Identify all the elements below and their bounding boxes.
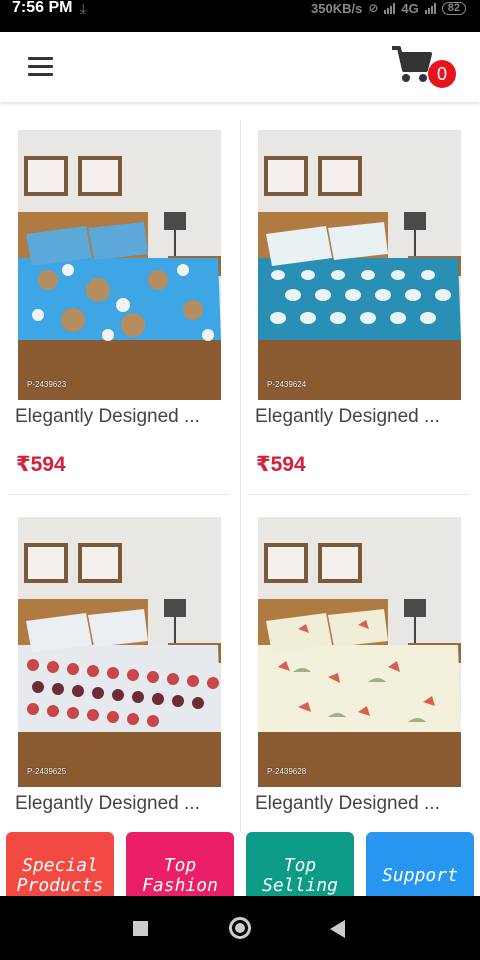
system-navigation-bar (0, 896, 480, 960)
button-label-line1: Support (382, 865, 458, 886)
recent-apps-icon[interactable] (133, 921, 148, 936)
button-label-line2: Selling (262, 875, 338, 896)
button-label-line1: Top (163, 855, 197, 876)
product-title[interactable]: Elegantly Designed ... (15, 406, 243, 428)
row-divider (248, 494, 470, 495)
signal-icon-2 (424, 2, 436, 14)
top-fashion-button[interactable]: Top Fashion (126, 832, 234, 896)
product-code: P-2439625 (27, 767, 67, 776)
network-speed: 350KB/s (311, 0, 363, 16)
network-type: 4G (401, 0, 419, 16)
app-header (0, 32, 480, 102)
button-label-line1: Top (283, 855, 317, 876)
product-price: ₹594 (256, 453, 306, 476)
top-selling-button[interactable]: Top Selling (246, 832, 354, 896)
support-button[interactable]: Support (366, 832, 474, 896)
column-divider (240, 120, 241, 832)
product-image[interactable]: P-2439625 (18, 517, 221, 787)
download-icon: ⤓ (80, 0, 87, 16)
special-products-button[interactable]: Special Products (6, 832, 114, 896)
hamburger-menu-icon[interactable] (28, 57, 53, 76)
mute-icon: ⊘ (368, 1, 379, 15)
signal-icon (384, 2, 396, 14)
product-image[interactable]: P-2439624 (258, 130, 461, 400)
product-code: P-2439628 (267, 767, 307, 776)
product-code: P-2439624 (267, 380, 307, 389)
product-image[interactable]: P-2439628 (258, 517, 461, 787)
button-label-line1: Special (22, 855, 98, 876)
status-time: 7:56 PM (12, 0, 73, 16)
category-bar: Special Products Top Fashion Top Selling… (0, 832, 480, 896)
status-indicators: 350KB/s ⊘ 4G 82 (311, 0, 466, 16)
button-label-line2: Products (16, 875, 104, 896)
product-price: ₹594 (16, 453, 66, 476)
row-divider (8, 494, 230, 495)
status-bar: 7:56 PM ⤓ 350KB/s ⊘ 4G 82 (0, 0, 480, 32)
shopping-cart-icon[interactable] (390, 44, 434, 84)
app-screen: 7:56 PM ⤓ 350KB/s ⊘ 4G 82 0 P-2439623 El… (0, 0, 480, 960)
product-title[interactable]: Elegantly Designed ... (255, 406, 480, 428)
product-title[interactable]: Elegantly Designed ... (255, 793, 480, 815)
product-image[interactable]: P-2439623 (18, 130, 221, 400)
product-title[interactable]: Elegantly Designed ... (15, 793, 243, 815)
cart-count-badge[interactable]: 0 (428, 60, 456, 88)
battery-icon: 82 (441, 1, 466, 15)
home-icon[interactable] (229, 917, 251, 939)
back-icon[interactable] (330, 920, 345, 938)
button-label-line2: Fashion (142, 875, 218, 896)
product-code: P-2439623 (27, 380, 67, 389)
